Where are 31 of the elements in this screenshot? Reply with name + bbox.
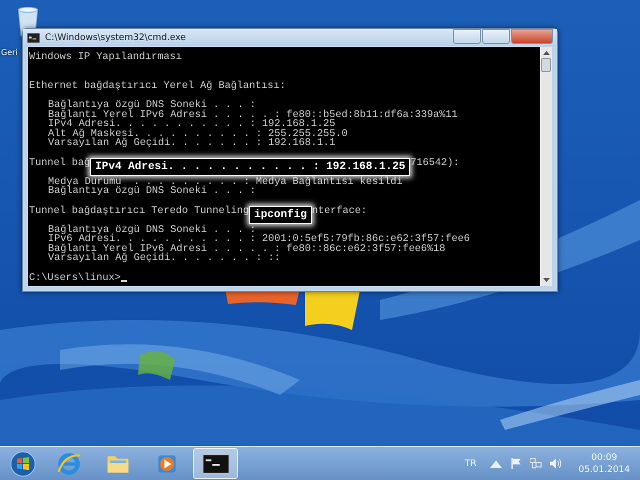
maximize-button[interactable] [482,29,510,44]
scroll-up-arrow-icon[interactable] [542,50,550,55]
flag-icon[interactable] [510,458,522,469]
console-line: IPv4 Adresi. . . . . . . . . . . : 192.168.1.25 [48,120,336,130]
callout-label: IPv4 Adresi. . . . . . . . . . . : 192.168.1.25 [90,158,410,176]
windows-logo-icon [9,450,37,476]
window-title: C:\Windows\system32\cmd.exe [45,32,186,42]
close-button[interactable] [511,29,553,44]
scroll-down-arrow-icon[interactable] [542,278,550,283]
network-icon[interactable] [530,458,542,469]
scrollbar-thumb[interactable] [541,58,551,72]
console-line: Bağlantıya özgü DNS Soneki . . . : [48,100,256,111]
scrollbar[interactable] [540,47,552,286]
command-prompt: C:\Users\linux> [29,274,121,284]
icon-label: Geri [1,48,18,57]
callout-label: ipconfig [249,206,312,224]
text-cursor [120,280,127,282]
language-indicator[interactable]: TR [464,458,476,468]
taskbar-button[interactable] [193,448,238,479]
console-line: Bağlantıya özgü DNS Soneki . . . : [48,187,256,197]
console-line: Windows IP Yapılandırması [29,53,182,63]
console-icon [27,32,40,42]
console-line: IPv6 Adresi. . . . . . . . . . . : 2001:0:5ef5:79fb:86c:e62:3f57:fee6 [48,235,470,245]
console-line: Ethernet bağdaştırıcı Yerel Ağ Bağlantısı: [29,82,286,92]
up-arrow-icon[interactable] [490,458,502,469]
minimize-button[interactable] [453,29,481,44]
clock[interactable]: 00:09 05.01.2014 [578,452,630,476]
console-line: Varsayılan Ağ Geçidi. . . . . . . : :: [48,254,280,264]
speaker-icon[interactable] [550,458,562,469]
console-line: Varsayılan Ağ Geçidi. . . . . . . : 192.168.1.1 [48,139,336,149]
globe-icon [54,450,82,476]
